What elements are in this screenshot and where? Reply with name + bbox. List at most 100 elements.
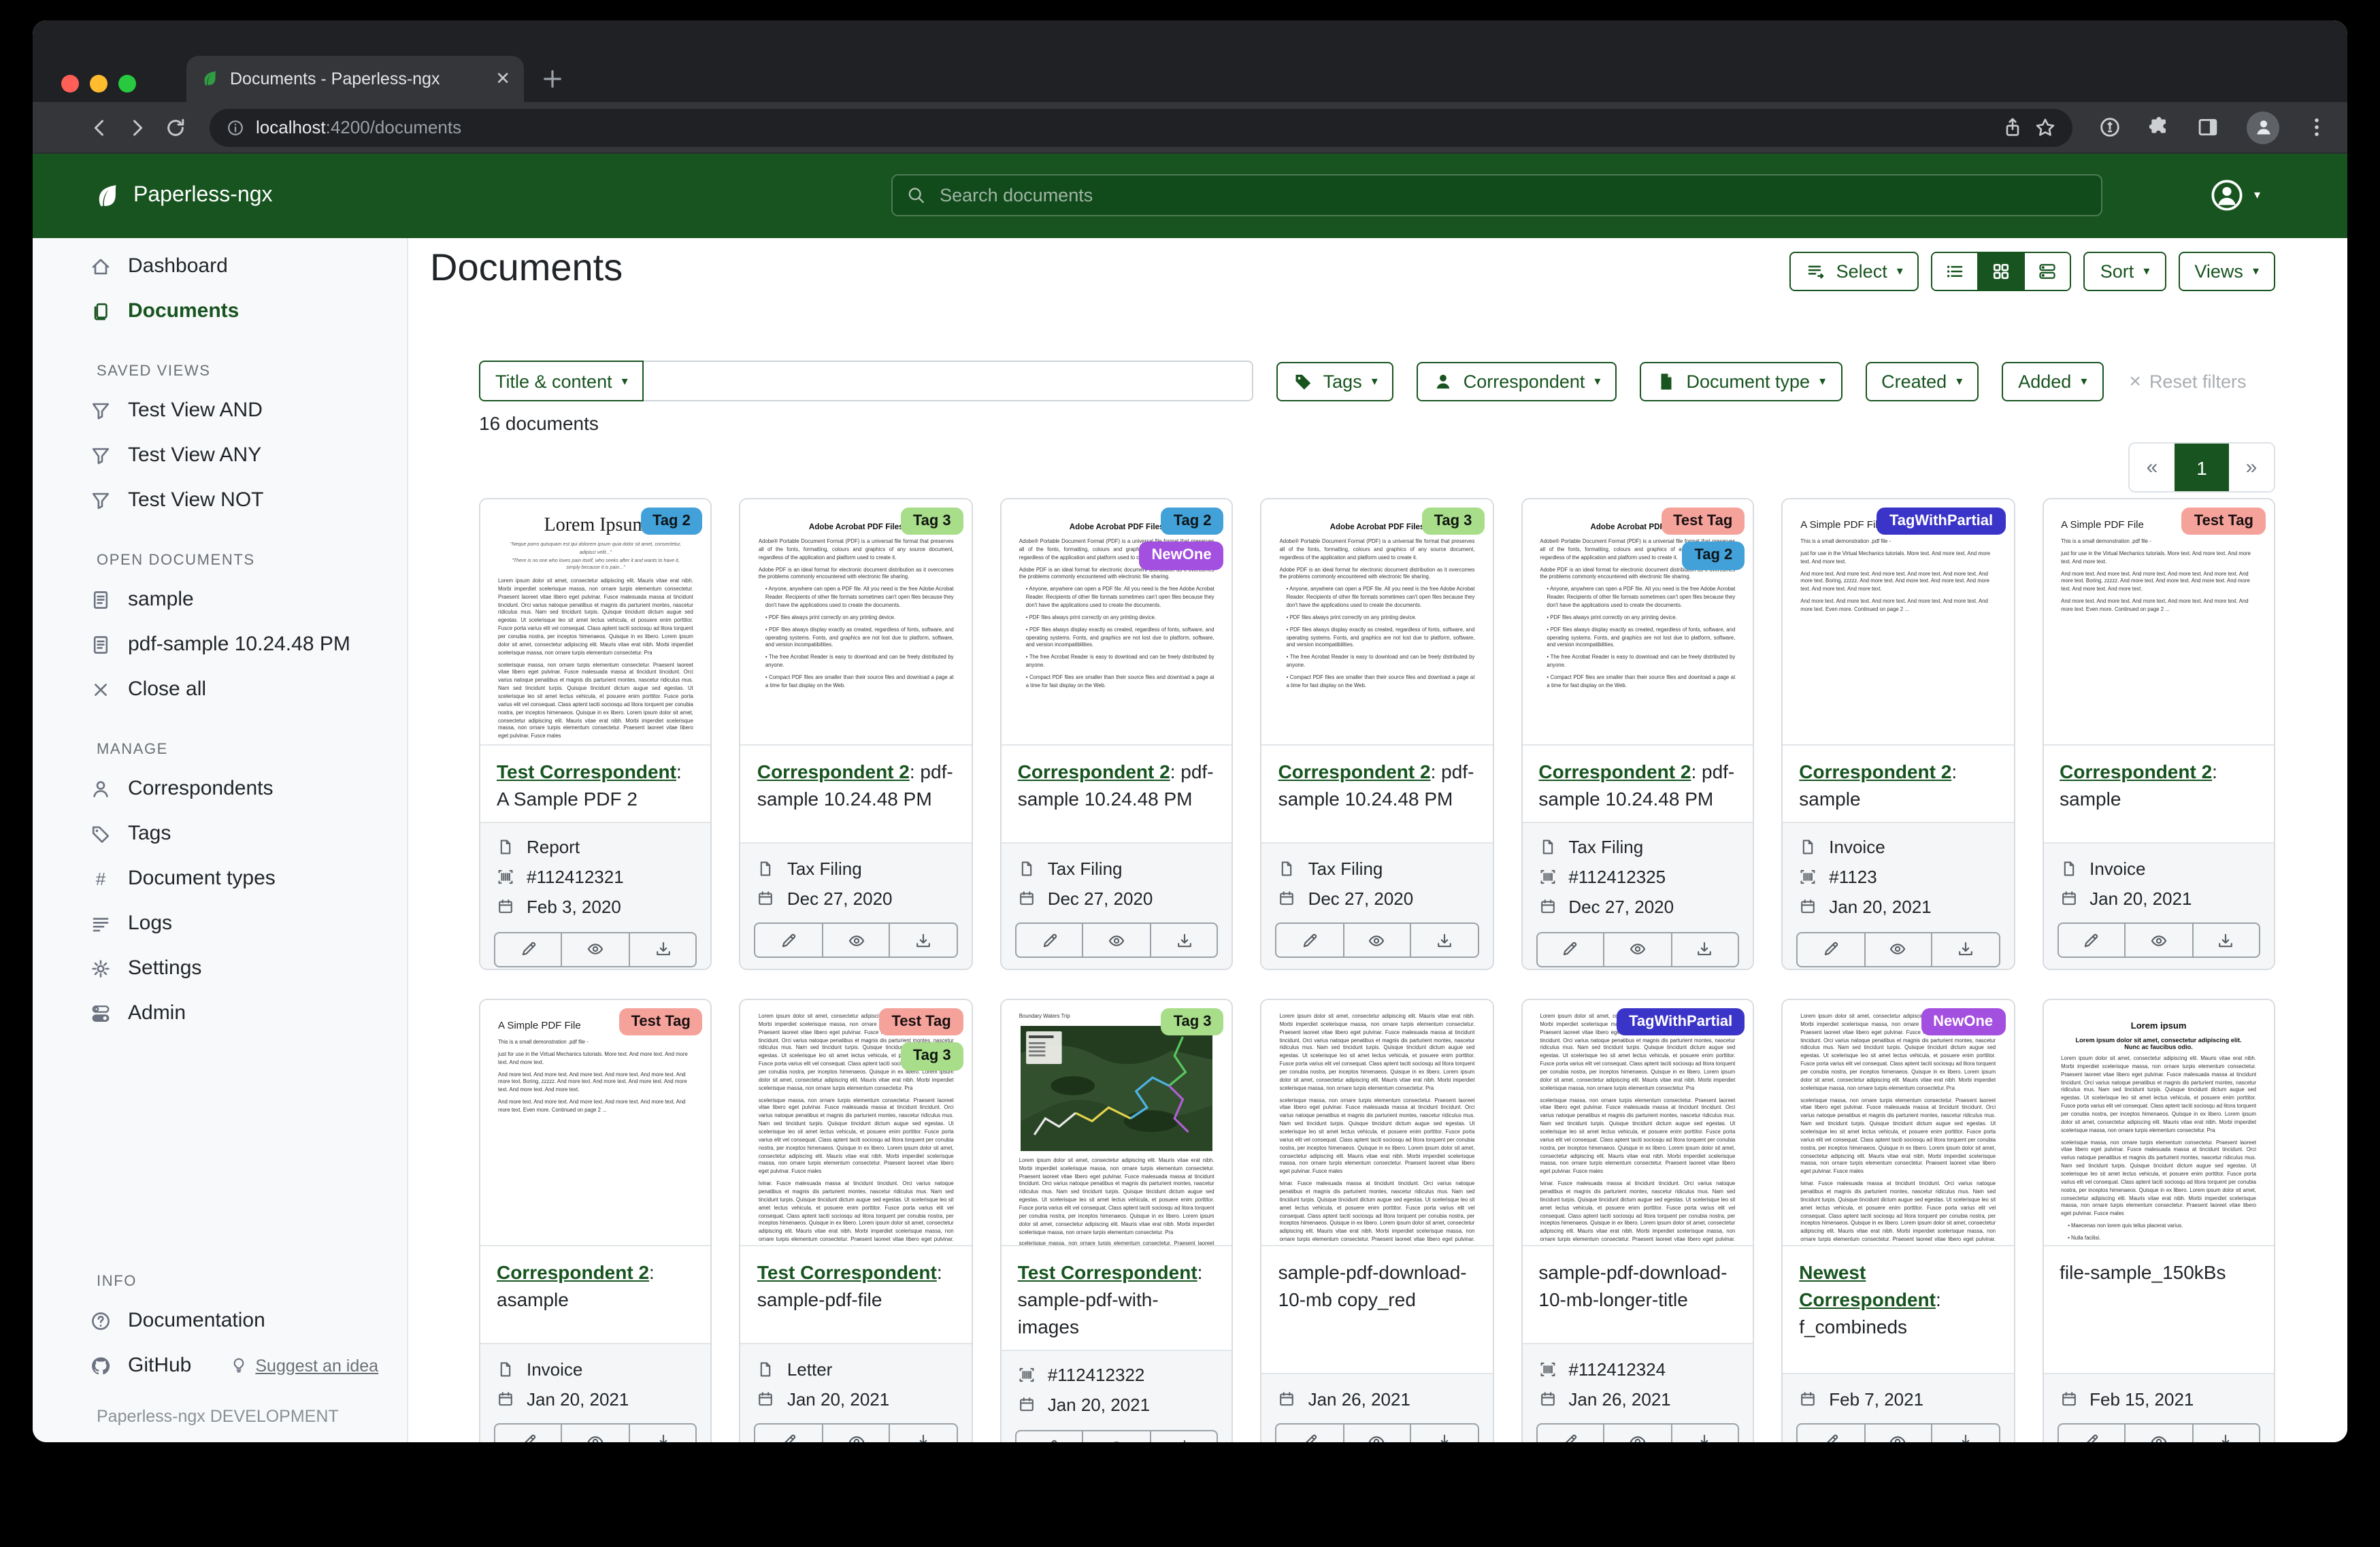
download-button[interactable] bbox=[1410, 924, 1477, 957]
edit-button[interactable] bbox=[1798, 933, 1864, 966]
list-view-button[interactable] bbox=[1933, 253, 1978, 290]
document-thumbnail[interactable]: Lorem ipsumLorem ipsum dolor sit amet, c… bbox=[2043, 1000, 2274, 1246]
view-button[interactable] bbox=[561, 1425, 629, 1442]
tag-badge[interactable]: Tag 3 bbox=[901, 1043, 963, 1071]
edit-button[interactable] bbox=[1017, 924, 1082, 957]
grid-view-button[interactable] bbox=[1978, 253, 2024, 290]
tag-badge[interactable]: Test Tag bbox=[2182, 508, 2266, 535]
close-window-button[interactable] bbox=[61, 75, 79, 93]
sidebar-item-github[interactable]: GitHubSuggest an idea bbox=[33, 1343, 407, 1388]
correspondent-link[interactable]: Correspondent 2 bbox=[497, 1261, 649, 1283]
correspondent-link[interactable]: Correspondent 2 bbox=[1538, 761, 1691, 782]
view-button[interactable] bbox=[1864, 1425, 1931, 1442]
document-thumbnail[interactable]: Lorem ipsum dolor sit amet, consectetur … bbox=[1522, 1000, 1753, 1246]
view-button[interactable] bbox=[1343, 1425, 1410, 1442]
download-button[interactable] bbox=[1670, 1425, 1738, 1442]
tag-badge[interactable]: Test Tag bbox=[1661, 508, 1745, 535]
view-button[interactable] bbox=[1343, 924, 1410, 957]
sidebar-item-test-view-any[interactable]: Test View ANY bbox=[33, 433, 407, 478]
correspondent-link[interactable]: Test Correspondent bbox=[757, 1261, 937, 1283]
sidebar-item-logs[interactable]: Logs bbox=[33, 901, 407, 946]
edit-button[interactable] bbox=[495, 933, 561, 966]
tag-badge[interactable]: Tag 2 bbox=[640, 508, 703, 535]
tag-badge[interactable]: Tag 3 bbox=[1422, 508, 1485, 535]
document-thumbnail[interactable]: Adobe Acrobat PDF FilesAdobe® Portable D… bbox=[741, 499, 972, 746]
document-thumbnail[interactable]: Lorem ipsum dolor sit amet, consectetur … bbox=[741, 1000, 972, 1246]
maximize-window-button[interactable] bbox=[118, 75, 136, 93]
edit-button[interactable] bbox=[1277, 1425, 1343, 1442]
sidebar-item-admin[interactable]: Admin bbox=[33, 991, 407, 1035]
correspondent-link[interactable]: Correspondent 2 bbox=[757, 761, 910, 782]
tab-close-icon[interactable]: ✕ bbox=[495, 68, 510, 90]
edit-button[interactable] bbox=[1277, 924, 1343, 957]
browser-profile-avatar[interactable] bbox=[2247, 111, 2279, 144]
download-button[interactable] bbox=[889, 1425, 957, 1442]
edit-button[interactable] bbox=[495, 1425, 561, 1442]
download-button[interactable] bbox=[629, 1425, 696, 1442]
sidebar-item-document-types[interactable]: #Document types bbox=[33, 856, 407, 901]
title-content-input[interactable] bbox=[644, 361, 1254, 401]
sidebar-link-suggest-an-idea[interactable]: Suggest an idea bbox=[229, 1356, 378, 1375]
added-filter-button[interactable]: Added▾ bbox=[2002, 361, 2103, 401]
tag-badge[interactable]: Tag 2 bbox=[1161, 508, 1224, 535]
macos-window-controls[interactable] bbox=[61, 75, 136, 93]
document-thumbnail[interactable]: Adobe Acrobat PDF FilesAdobe® Portable D… bbox=[1262, 499, 1493, 746]
minimize-window-button[interactable] bbox=[90, 75, 108, 93]
download-button[interactable] bbox=[1150, 1431, 1217, 1442]
side-panel-icon[interactable] bbox=[2196, 116, 2219, 139]
app-brand[interactable]: Paperless-ngx bbox=[93, 182, 273, 210]
previous-page-button[interactable]: « bbox=[2130, 444, 2175, 491]
download-button[interactable] bbox=[889, 924, 957, 957]
created-filter-button[interactable]: Created▾ bbox=[1865, 361, 1979, 401]
view-button[interactable] bbox=[1603, 933, 1670, 966]
edit-button[interactable] bbox=[2058, 1425, 2124, 1442]
download-button[interactable] bbox=[1670, 933, 1738, 966]
document-thumbnail[interactable]: Adobe Acrobat PDF FilesAdobe® Portable D… bbox=[1002, 499, 1232, 746]
document-thumbnail[interactable]: Lorem ipsum dolor sit amet, consectetur … bbox=[1783, 1000, 2013, 1246]
tag-badge[interactable]: Tag 2 bbox=[1682, 542, 1745, 570]
sidebar-item-test-view-and[interactable]: Test View AND bbox=[33, 388, 407, 433]
user-menu[interactable]: ▾ bbox=[2211, 178, 2260, 212]
download-button[interactable] bbox=[1931, 933, 1998, 966]
correspondent-link[interactable]: Correspondent 2 bbox=[2060, 761, 2212, 782]
tag-badge[interactable]: Tag 3 bbox=[901, 508, 963, 535]
sidebar-item-sample[interactable]: sample bbox=[33, 577, 407, 622]
tag-badge[interactable]: TagWithPartial bbox=[1617, 1008, 1745, 1036]
correspondent-filter-button[interactable]: Correspondent▾ bbox=[1417, 361, 1617, 401]
password-manager-icon[interactable] bbox=[2098, 116, 2121, 139]
global-search[interactable] bbox=[891, 174, 2102, 216]
view-button[interactable] bbox=[1864, 933, 1931, 966]
forward-button[interactable] bbox=[125, 115, 150, 139]
correspondent-link[interactable]: Test Correspondent bbox=[1018, 1261, 1197, 1283]
tag-badge[interactable]: NewOne bbox=[1921, 1008, 2005, 1036]
sort-button[interactable]: Sort▾ bbox=[2084, 252, 2166, 291]
new-tab-button[interactable] bbox=[539, 65, 566, 93]
correspondent-link[interactable]: Correspondent 2 bbox=[1799, 761, 1951, 782]
correspondent-link[interactable]: Correspondent 2 bbox=[1278, 761, 1431, 782]
next-page-button[interactable]: » bbox=[2229, 444, 2274, 491]
edit-button[interactable] bbox=[1017, 1431, 1082, 1442]
document-thumbnail[interactable]: Boundary Waters TripLorem ipsum dolor si… bbox=[1002, 1000, 1232, 1246]
sidebar-item-settings[interactable]: Settings bbox=[33, 946, 407, 991]
share-icon[interactable] bbox=[2002, 116, 2023, 138]
view-button[interactable] bbox=[1603, 1425, 1670, 1442]
download-button[interactable] bbox=[629, 933, 696, 966]
sidebar-item-dashboard[interactable]: Dashboard bbox=[33, 244, 407, 288]
reload-button[interactable] bbox=[163, 115, 188, 139]
correspondent-link[interactable]: Correspondent 2 bbox=[1018, 761, 1170, 782]
view-button[interactable] bbox=[561, 933, 629, 966]
view-button[interactable] bbox=[2124, 1425, 2192, 1442]
bookmark-star-icon[interactable] bbox=[2034, 116, 2056, 138]
tag-badge[interactable]: TagWithPartial bbox=[1877, 508, 2005, 535]
tag-badge[interactable]: NewOne bbox=[1140, 542, 1224, 570]
select-button[interactable]: Select▾ bbox=[1790, 252, 1919, 291]
address-bar[interactable]: localhost:4200/documents bbox=[210, 108, 2072, 146]
correspondent-link[interactable]: Newest Correspondent bbox=[1799, 1261, 1936, 1310]
correspondent-link[interactable]: Test Correspondent bbox=[497, 761, 676, 782]
current-page-button[interactable]: 1 bbox=[2175, 444, 2229, 491]
edit-button[interactable] bbox=[1537, 1425, 1603, 1442]
detail-view-button[interactable] bbox=[2024, 253, 2070, 290]
browser-tab[interactable]: Documents - Paperless-ngx ✕ bbox=[186, 56, 524, 102]
search-input[interactable] bbox=[937, 184, 2087, 207]
tag-badge[interactable]: Tag 3 bbox=[1161, 1008, 1224, 1036]
